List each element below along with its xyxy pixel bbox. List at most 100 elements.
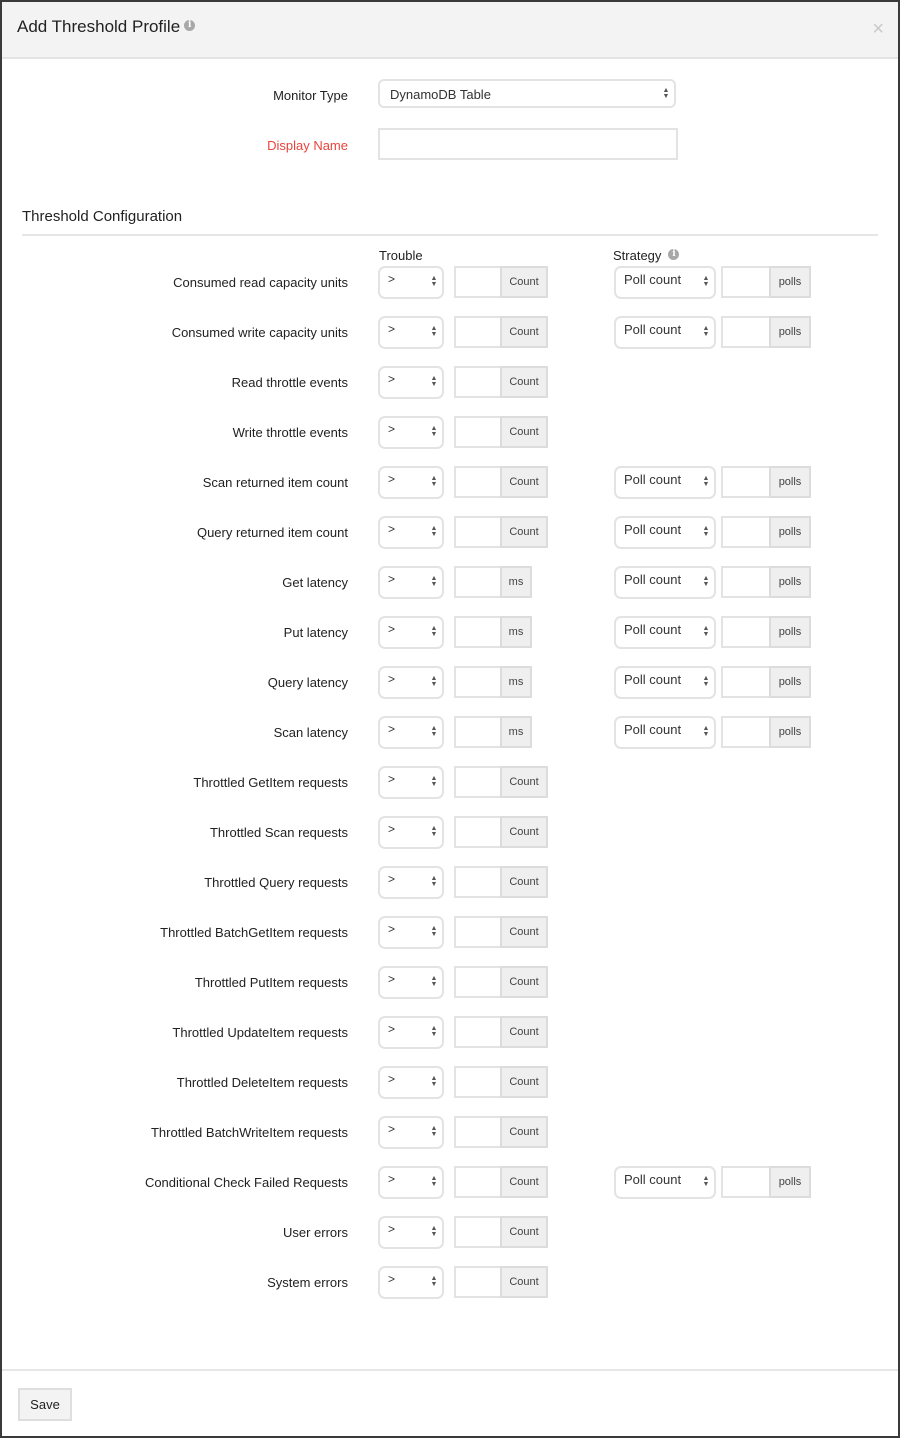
threshold-value-input[interactable] bbox=[454, 1116, 502, 1148]
display-name-input[interactable] bbox=[378, 128, 678, 160]
threshold-value-input[interactable] bbox=[454, 916, 502, 948]
select-arrows-icon: ▲ ▼ bbox=[430, 775, 438, 788]
threshold-row: Consumed read capacity units > ▲ ▼ Count Poll… bbox=[2, 266, 898, 300]
threshold-value-input[interactable] bbox=[454, 966, 502, 998]
threshold-value-input[interactable] bbox=[454, 766, 502, 798]
threshold-row: Throttled GetItem requests > ▲ ▼ Count bbox=[2, 766, 898, 800]
threshold-value-input[interactable] bbox=[454, 266, 502, 298]
select-arrows-icon: ▲ ▼ bbox=[430, 275, 438, 288]
operator-select[interactable]: > ▲ ▼ bbox=[378, 416, 444, 449]
metric-label: Throttled BatchWriteItem requests bbox=[150, 1125, 348, 1140]
operator-select[interactable]: > ▲ ▼ bbox=[378, 566, 444, 599]
metric-label: System errors bbox=[267, 1275, 348, 1290]
threshold-value-input[interactable] bbox=[454, 1266, 502, 1298]
monitor-type-value: DynamoDB Table bbox=[390, 87, 491, 102]
info-icon[interactable]: i bbox=[184, 20, 196, 32]
select-arrows-icon: ▲ ▼ bbox=[430, 1225, 438, 1238]
operator-select[interactable]: > ▲ ▼ bbox=[378, 366, 444, 399]
operator-select[interactable]: > ▲ ▼ bbox=[378, 1116, 444, 1149]
operator-select[interactable]: > ▲ ▼ bbox=[378, 1266, 444, 1299]
select-arrows-icon: ▲ ▼ bbox=[662, 87, 670, 100]
select-arrows-icon: ▲ ▼ bbox=[430, 825, 438, 838]
threshold-row: Query latency > ▲ ▼ ms Poll count ▲ ▼ polls bbox=[2, 666, 898, 700]
threshold-row: Put latency > ▲ ▼ ms Poll count ▲ ▼ polls bbox=[2, 616, 898, 650]
monitor-type-select[interactable]: DynamoDB Table ▲ ▼ bbox=[378, 79, 676, 108]
threshold-value-input[interactable] bbox=[454, 866, 502, 898]
strategy-value-input[interactable] bbox=[721, 666, 769, 698]
operator-select[interactable]: > ▲ ▼ bbox=[378, 1016, 444, 1049]
operator-select[interactable]: > ▲ ▼ bbox=[378, 1166, 444, 1199]
strategy-value: Poll count bbox=[624, 622, 682, 637]
operator-select[interactable]: > ▲ ▼ bbox=[378, 766, 444, 799]
operator-select[interactable]: > ▲ ▼ bbox=[378, 466, 444, 499]
operator-value: > bbox=[388, 272, 396, 286]
unit-addon: Count bbox=[500, 516, 548, 548]
strategy-value-input[interactable] bbox=[721, 566, 769, 598]
operator-select[interactable]: > ▲ ▼ bbox=[378, 716, 444, 749]
strategy-value-input[interactable] bbox=[721, 466, 769, 498]
close-icon[interactable]: × bbox=[872, 19, 884, 39]
operator-select[interactable]: > ▲ ▼ bbox=[378, 666, 444, 699]
operator-select[interactable]: > ▲ ▼ bbox=[378, 266, 444, 299]
threshold-row: Throttled PutItem requests > ▲ ▼ Count bbox=[2, 966, 898, 1000]
operator-select[interactable]: > ▲ ▼ bbox=[378, 866, 444, 899]
strategy-value-input[interactable] bbox=[721, 616, 769, 648]
strategy-value-input[interactable] bbox=[721, 266, 769, 298]
threshold-value-input[interactable] bbox=[454, 366, 502, 398]
threshold-value-input[interactable] bbox=[454, 516, 502, 548]
threshold-value-input[interactable] bbox=[454, 716, 502, 748]
select-arrows-icon: ▲ ▼ bbox=[430, 975, 438, 988]
strategy-select[interactable]: Poll count ▲ ▼ bbox=[614, 266, 716, 299]
threshold-value-input[interactable] bbox=[454, 566, 502, 598]
threshold-value-input[interactable] bbox=[454, 316, 502, 348]
operator-select[interactable]: > ▲ ▼ bbox=[378, 616, 444, 649]
threshold-value-input[interactable] bbox=[454, 666, 502, 698]
strategy-select[interactable]: Poll count ▲ ▼ bbox=[614, 1166, 716, 1199]
threshold-value-input[interactable] bbox=[454, 1066, 502, 1098]
operator-value: > bbox=[388, 1272, 396, 1286]
operator-select[interactable]: > ▲ ▼ bbox=[378, 816, 444, 849]
save-button[interactable]: Save bbox=[18, 1388, 72, 1421]
strategy-select[interactable]: Poll count ▲ ▼ bbox=[614, 716, 716, 749]
threshold-value-input[interactable] bbox=[454, 1216, 502, 1248]
strategy-value-input[interactable] bbox=[721, 516, 769, 548]
operator-select[interactable]: > ▲ ▼ bbox=[378, 1066, 444, 1099]
unit-addon: ms bbox=[500, 616, 532, 648]
operator-select[interactable]: > ▲ ▼ bbox=[378, 916, 444, 949]
strategy-value-input[interactable] bbox=[721, 1166, 769, 1198]
operator-select[interactable]: > ▲ ▼ bbox=[378, 316, 444, 349]
strategy-value-input[interactable] bbox=[721, 716, 769, 748]
strategy-value: Poll count bbox=[624, 272, 682, 287]
strategy-select[interactable]: Poll count ▲ ▼ bbox=[614, 566, 716, 599]
strategy-select[interactable]: Poll count ▲ ▼ bbox=[614, 316, 716, 349]
strategy-select[interactable]: Poll count ▲ ▼ bbox=[614, 616, 716, 649]
info-icon[interactable]: i bbox=[668, 249, 680, 261]
unit-addon: Count bbox=[500, 866, 548, 898]
threshold-value-input[interactable] bbox=[454, 1016, 502, 1048]
metric-label: Get latency bbox=[282, 575, 348, 590]
unit-addon: Count bbox=[500, 466, 548, 498]
threshold-value-input[interactable] bbox=[454, 466, 502, 498]
strategy-header-text: Strategy bbox=[613, 248, 662, 263]
operator-select[interactable]: > ▲ ▼ bbox=[378, 1216, 444, 1249]
operator-value: > bbox=[388, 772, 396, 786]
metric-label: Read throttle events bbox=[231, 375, 348, 390]
threshold-value-input[interactable] bbox=[454, 816, 502, 848]
strategy-select[interactable]: Poll count ▲ ▼ bbox=[614, 466, 716, 499]
operator-value: > bbox=[388, 372, 396, 386]
strategy-value-input[interactable] bbox=[721, 316, 769, 348]
strategy-select[interactable]: Poll count ▲ ▼ bbox=[614, 516, 716, 549]
operator-value: > bbox=[388, 922, 396, 936]
threshold-value-input[interactable] bbox=[454, 416, 502, 448]
select-arrows-icon: ▲ ▼ bbox=[430, 525, 438, 538]
threshold-value-input[interactable] bbox=[454, 1166, 502, 1198]
operator-select[interactable]: > ▲ ▼ bbox=[378, 966, 444, 999]
threshold-row: Get latency > ▲ ▼ ms Poll count ▲ ▼ polls bbox=[2, 566, 898, 600]
unit-addon: Count bbox=[500, 1116, 548, 1148]
operator-select[interactable]: > ▲ ▼ bbox=[378, 516, 444, 549]
operator-value: > bbox=[388, 722, 396, 736]
threshold-row: Throttled Scan requests > ▲ ▼ Count bbox=[2, 816, 898, 850]
strategy-unit-addon: polls bbox=[769, 516, 811, 548]
threshold-value-input[interactable] bbox=[454, 616, 502, 648]
strategy-select[interactable]: Poll count ▲ ▼ bbox=[614, 666, 716, 699]
